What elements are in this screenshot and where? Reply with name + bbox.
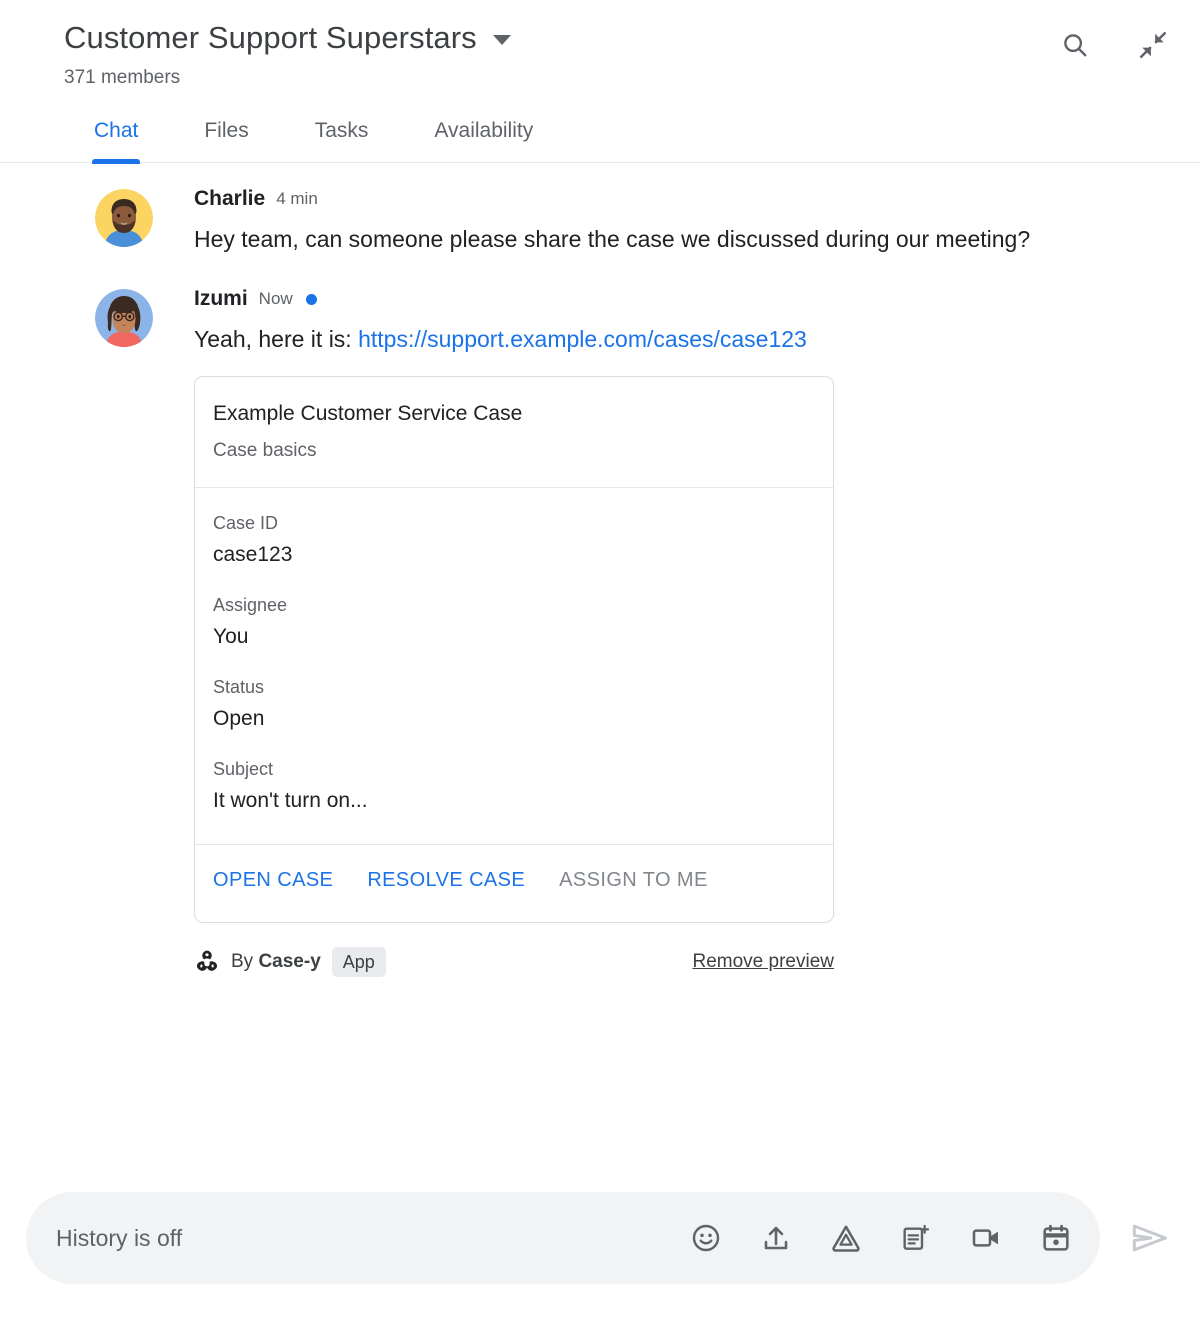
- google-drive-button[interactable]: [826, 1218, 866, 1258]
- calendar-icon: [1043, 1224, 1069, 1251]
- composer-icon-group: [686, 1218, 1086, 1258]
- calendar-button[interactable]: [1036, 1218, 1076, 1258]
- page-title: Customer Support Superstars: [64, 20, 477, 55]
- header-actions: [1058, 28, 1170, 62]
- upload-button[interactable]: [756, 1218, 796, 1258]
- field-label: Status: [213, 677, 265, 697]
- message-item: Izumi Now Yeah, here it is: https://supp…: [0, 285, 1176, 979]
- field-value: It won't turn on...: [213, 789, 368, 812]
- field-label: Case ID: [213, 513, 279, 533]
- tab-tasks[interactable]: Tasks: [315, 112, 369, 162]
- message-meta: Izumi Now: [194, 285, 834, 313]
- message-body: Charlie 4 min Hey team, can someone plea…: [194, 185, 1030, 259]
- webhook-bot-icon: [196, 950, 218, 971]
- upload-icon: [764, 1226, 788, 1250]
- message-sender: Charlie: [194, 187, 266, 210]
- field-label: Assignee: [213, 595, 288, 615]
- card-actions: OPEN CASE RESOLVE CASE ASSIGN TO ME: [195, 845, 833, 922]
- avatar-izumi-icon: [95, 289, 153, 347]
- message-timestamp: 4 min: [276, 189, 318, 208]
- assign-to-me-button[interactable]: ASSIGN TO ME: [559, 869, 708, 892]
- message-text: Hey team, can someone please share the c…: [194, 226, 1031, 252]
- app-badge: App: [331, 947, 386, 977]
- field-value: You: [213, 625, 249, 648]
- message-item: Charlie 4 min Hey team, can someone plea…: [0, 185, 1176, 259]
- unread-dot-icon: [305, 293, 317, 305]
- field-label: Subject: [213, 759, 274, 779]
- card-subtitle: Case basics: [213, 440, 317, 461]
- tab-bar: Chat Files Tasks Availability: [0, 112, 1200, 163]
- field-status: Status Open: [213, 674, 815, 734]
- search-icon: [1064, 34, 1087, 57]
- field-value: Open: [213, 707, 265, 730]
- field-case-id: Case ID case123: [213, 510, 815, 570]
- tab-files[interactable]: Files: [204, 112, 248, 162]
- emoji-icon: [692, 1224, 720, 1252]
- open-case-button[interactable]: OPEN CASE: [213, 869, 333, 892]
- card-body: Case ID case123 Assignee You Status Open: [195, 488, 833, 844]
- create-doc-icon: [903, 1224, 930, 1250]
- field-subject: Subject It won't turn on...: [213, 756, 815, 816]
- member-count: 371 members: [64, 67, 181, 88]
- create-doc-button[interactable]: [896, 1218, 936, 1258]
- message-text-prefix: Yeah, here it is:: [194, 326, 359, 352]
- case-link[interactable]: https://support.example.com/cases/case12…: [358, 326, 807, 352]
- attribution-left: By Case-y App: [194, 947, 386, 977]
- google-drive-icon: [832, 1225, 860, 1252]
- avatar[interactable]: [95, 289, 153, 347]
- send-icon: [1132, 1224, 1167, 1252]
- field-assignee: Assignee You: [213, 592, 815, 652]
- card-attribution: By Case-y App Remove preview: [194, 945, 834, 979]
- video-camera-icon: [972, 1229, 998, 1247]
- attribution-text: By Case-y: [231, 949, 321, 975]
- field-value: case123: [213, 543, 293, 566]
- collapse-icon: [1140, 32, 1166, 58]
- tab-chat[interactable]: Chat: [94, 112, 138, 162]
- case-preview-card: Example Customer Service Case Case basic…: [194, 376, 834, 923]
- send-button[interactable]: [1120, 1209, 1178, 1267]
- message-text: Yeah, here it is: https://support.exampl…: [194, 319, 834, 359]
- card-title: Example Customer Service Case: [213, 402, 523, 425]
- video-call-button[interactable]: [966, 1218, 1006, 1258]
- message-input[interactable]: [56, 1224, 686, 1252]
- chat-app-window: Customer Support Superstars 371 members: [0, 0, 1200, 1336]
- remove-preview-link[interactable]: Remove preview: [693, 949, 835, 975]
- collapse-button[interactable]: [1136, 28, 1170, 62]
- message-list: Charlie 4 min Hey team, can someone plea…: [0, 163, 1200, 1172]
- room-title-row[interactable]: Customer Support Superstars: [64, 18, 1176, 58]
- message-meta: Charlie 4 min: [194, 185, 1030, 213]
- emoji-button[interactable]: [686, 1218, 726, 1258]
- message-sender: Izumi: [194, 287, 248, 310]
- chevron-down-icon[interactable]: [492, 35, 511, 45]
- avatar-charlie-icon: [95, 189, 153, 247]
- attribution-app-name: Case-y: [258, 951, 321, 972]
- message-body: Izumi Now Yeah, here it is: https://supp…: [194, 285, 834, 979]
- avatar[interactable]: [95, 189, 153, 247]
- composer-field-container[interactable]: [26, 1192, 1100, 1284]
- message-timestamp: Now: [258, 289, 293, 308]
- search-button[interactable]: [1058, 28, 1092, 62]
- tab-availability[interactable]: Availability: [434, 112, 533, 162]
- room-header: Customer Support Superstars 371 members: [0, 0, 1200, 90]
- attribution-by-prefix: By: [231, 951, 259, 972]
- card-header: Example Customer Service Case Case basic…: [195, 377, 833, 487]
- composer-bar: [0, 1172, 1200, 1336]
- resolve-case-button[interactable]: RESOLVE CASE: [367, 869, 525, 892]
